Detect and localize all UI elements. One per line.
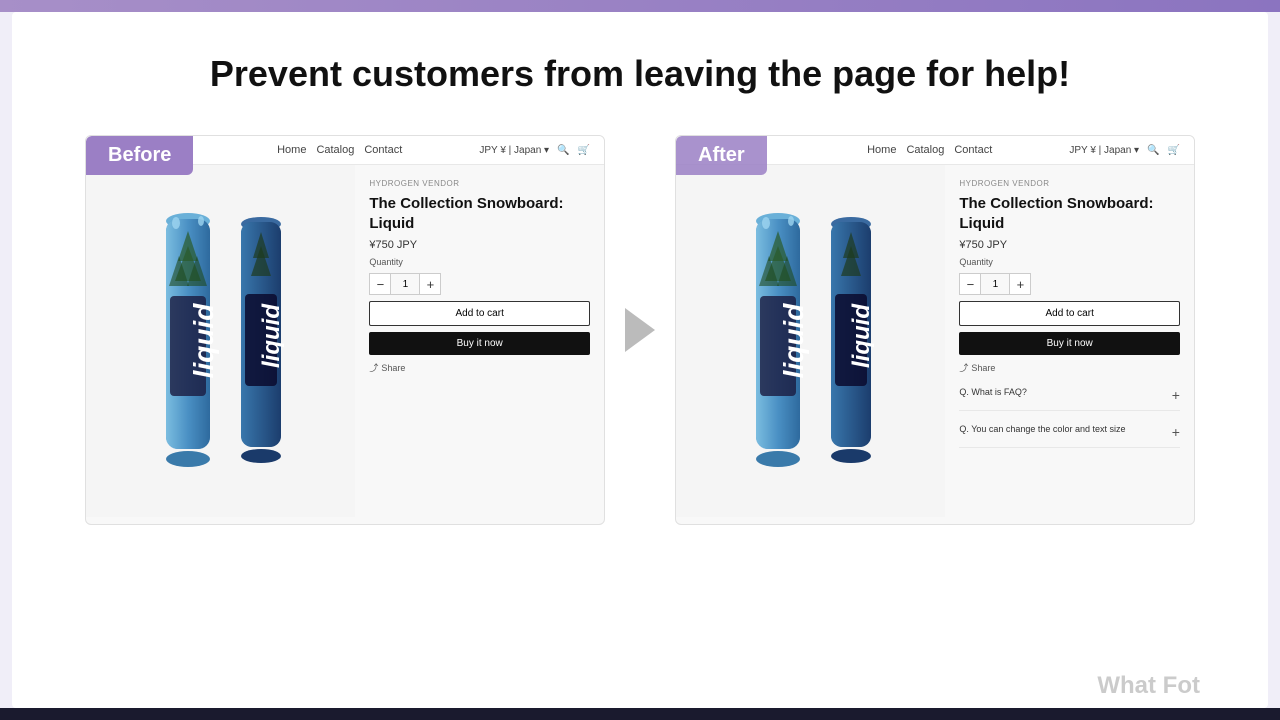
faq-expand-1[interactable]: + bbox=[1172, 387, 1180, 403]
after-vendor: HYDROGEN VENDOR bbox=[959, 179, 1180, 188]
before-qty-plus[interactable]: + bbox=[419, 273, 441, 295]
bottom-bar bbox=[0, 708, 1280, 720]
before-content: liquid bbox=[86, 165, 604, 517]
after-price: ¥750 JPY bbox=[959, 239, 1180, 251]
svg-text:liquid: liquid bbox=[258, 303, 285, 368]
after-nav-links: Home Catalog Contact bbox=[817, 144, 992, 156]
faq-expand-2[interactable]: + bbox=[1172, 424, 1180, 440]
after-nav-right: JPY ¥ | Japan ▾ 🔍 🛒 bbox=[1069, 145, 1180, 156]
svg-text:liquid: liquid bbox=[188, 303, 219, 379]
after-currency: JPY ¥ | Japan ▾ bbox=[1069, 145, 1139, 156]
after-product-details: HYDROGEN VENDOR The Collection Snowboard… bbox=[945, 165, 1194, 517]
before-product-images: liquid bbox=[86, 165, 355, 517]
before-product-title: The Collection Snowboard: Liquid bbox=[369, 194, 590, 233]
before-qty-minus[interactable]: − bbox=[369, 273, 391, 295]
after-nav-home[interactable]: Home bbox=[867, 144, 896, 156]
before-nav-links: Home Catalog Contact bbox=[227, 144, 402, 156]
before-cart-icon[interactable]: 🛒 bbox=[578, 145, 590, 156]
bottom-overlay-text: What Fot bbox=[1097, 672, 1200, 700]
top-bar bbox=[0, 0, 1280, 12]
before-search-icon[interactable]: 🔍 bbox=[557, 145, 569, 156]
svg-text:liquid: liquid bbox=[848, 303, 875, 368]
after-share-icon: ⤴ bbox=[959, 361, 968, 374]
after-buy-now-button[interactable]: Buy it now bbox=[959, 332, 1180, 355]
after-snowboard-svg: liquid bbox=[731, 191, 891, 491]
before-buy-now-button[interactable]: Buy it now bbox=[369, 332, 590, 355]
after-product-title: The Collection Snowboard: Liquid bbox=[959, 194, 1180, 233]
after-content: 🔍 bbox=[676, 165, 1194, 517]
arrow-container bbox=[605, 308, 675, 352]
before-label: Before bbox=[86, 136, 193, 175]
after-qty-value: 1 bbox=[981, 273, 1009, 295]
after-qty-plus[interactable]: + bbox=[1009, 273, 1031, 295]
after-quantity-label: Quantity bbox=[959, 257, 1180, 267]
before-snowboard-svg: liquid bbox=[141, 191, 301, 491]
before-nav-catalog[interactable]: Catalog bbox=[316, 144, 354, 156]
faq-q2-text: Q. You can change the color and text siz… bbox=[959, 424, 1125, 434]
headline: Prevent customers from leaving the page … bbox=[210, 52, 1070, 95]
faq-item-1[interactable]: Q. What is FAQ? + bbox=[959, 380, 1180, 411]
before-nav-home[interactable]: Home bbox=[277, 144, 306, 156]
after-product-images: 🔍 bbox=[676, 165, 945, 517]
before-panel: Before Home Catalog Contact JPY ¥ | Japa… bbox=[85, 135, 605, 525]
before-currency: JPY ¥ | Japan ▾ bbox=[479, 145, 549, 156]
before-add-cart-button[interactable]: Add to cart bbox=[369, 301, 590, 326]
after-nav-catalog[interactable]: Catalog bbox=[906, 144, 944, 156]
after-cart-icon[interactable]: 🛒 bbox=[1168, 145, 1180, 156]
before-vendor: HYDROGEN VENDOR bbox=[369, 179, 590, 188]
svg-text:liquid: liquid bbox=[778, 303, 809, 379]
before-product-details: HYDROGEN VENDOR The Collection Snowboard… bbox=[355, 165, 604, 517]
faq-item-2[interactable]: Q. You can change the color and text siz… bbox=[959, 417, 1180, 448]
after-label: After bbox=[676, 136, 767, 175]
faq-q1-text: Q. What is FAQ? bbox=[959, 387, 1027, 397]
before-qty-value: 1 bbox=[391, 273, 419, 295]
main-card: Prevent customers from leaving the page … bbox=[12, 12, 1268, 708]
after-add-cart-button[interactable]: Add to cart bbox=[959, 301, 1180, 326]
before-nav-contact[interactable]: Contact bbox=[364, 144, 402, 156]
arrow-right-icon bbox=[625, 308, 655, 352]
after-search-icon[interactable]: 🔍 bbox=[1147, 145, 1159, 156]
after-qty-minus[interactable]: − bbox=[959, 273, 981, 295]
before-quantity-control: − 1 + bbox=[369, 273, 590, 295]
after-quantity-control: − 1 + bbox=[959, 273, 1180, 295]
after-panel: After Home Catalog Contact JPY ¥ | Japan… bbox=[675, 135, 1195, 525]
after-share[interactable]: ⤴ Share bbox=[959, 361, 1180, 374]
before-quantity-label: Quantity bbox=[369, 257, 590, 267]
before-share[interactable]: ⤴ Share bbox=[369, 361, 590, 374]
share-icon: ⤴ bbox=[369, 361, 378, 374]
comparison-row: Before Home Catalog Contact JPY ¥ | Japa… bbox=[72, 135, 1208, 525]
after-nav-contact[interactable]: Contact bbox=[954, 144, 992, 156]
before-nav-right: JPY ¥ | Japan ▾ 🔍 🛒 bbox=[479, 145, 590, 156]
before-price: ¥750 JPY bbox=[369, 239, 590, 251]
